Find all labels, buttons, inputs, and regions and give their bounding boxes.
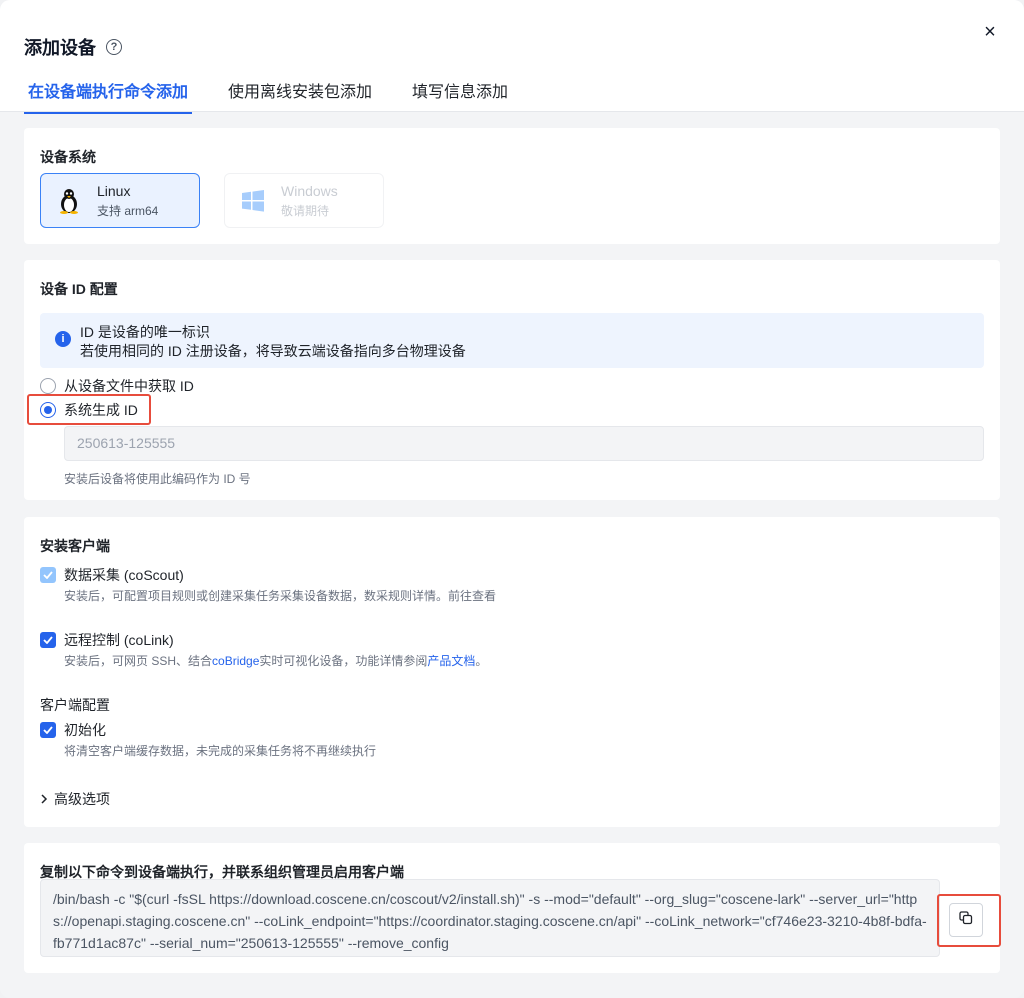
radio-from-file[interactable]: 从设备文件中获取 ID <box>40 376 194 396</box>
windows-logo-icon <box>241 188 265 214</box>
id-info-box: i ID 是设备的唯一标识 若使用相同的 ID 注册设备，将导致云端设备指向多台… <box>40 313 984 368</box>
tab-command[interactable]: 在设备端执行命令添加 <box>24 78 193 114</box>
product-docs-link[interactable]: 产品文档 <box>427 654 475 668</box>
advanced-options-toggle[interactable]: 高级选项 <box>40 789 110 809</box>
help-icon[interactable]: ? <box>106 39 122 55</box>
client-config-title: 客户端配置 <box>40 697 110 713</box>
cobridge-link[interactable]: coBridge <box>212 654 259 668</box>
radio-from-file-label: 从设备文件中获取 ID <box>64 378 194 394</box>
cosout-checkbox[interactable] <box>40 567 56 583</box>
info-icon: i <box>55 331 71 347</box>
colink-option[interactable]: 远程控制 (coLink) <box>40 630 174 650</box>
info-line-2: 若使用相同的 ID 注册设备，将导致云端设备指向多台物理设备 <box>80 343 466 359</box>
os-option-windows[interactable]: Windows 敬请期待 <box>224 173 384 228</box>
device-id-input[interactable]: 250613-125555 <box>64 426 984 461</box>
cosout-option[interactable]: 数据采集 (coScout) <box>40 565 184 585</box>
os-option-linux[interactable]: Linux 支持 arm64 <box>40 173 200 228</box>
advanced-options-label: 高级选项 <box>54 791 110 807</box>
command-card: 复制以下命令到设备端执行，并联系组织管理员启用客户端 /bin/bash -c … <box>24 843 1001 973</box>
tab-offline-package[interactable]: 使用离线安装包添加 <box>224 78 376 112</box>
os-card: 设备系统 Linux 支持 arm64 Windows 敬请期待 <box>24 128 1000 244</box>
colink-hint-suffix: 。 <box>475 654 488 668</box>
colink-hint: 安装后，可网页 SSH、结合coBridge实时可视化设备，功能详情参阅产品文档… <box>64 652 487 669</box>
init-checkbox[interactable] <box>40 722 56 738</box>
colink-label: 远程控制 (coLink) <box>64 632 174 648</box>
init-option[interactable]: 初始化 <box>40 720 106 740</box>
dialog-title-text: 添加设备 <box>24 38 96 58</box>
client-section-title: 安装客户端 <box>40 538 110 554</box>
colink-hint-middle: 实时可视化设备，功能详情参阅 <box>259 654 428 668</box>
cosout-label: 数据采集 (coScout) <box>64 567 184 583</box>
colink-hint-prefix: 安装后，可网页 SSH、结合 <box>64 654 213 668</box>
highlight-radio-box <box>27 394 151 425</box>
os-name-windows: Windows <box>281 182 338 199</box>
highlight-copy-box <box>937 894 1001 947</box>
init-hint: 将清空客户端缓存数据，未完成的采集任务将不再继续执行 <box>64 744 377 758</box>
os-name-linux: Linux <box>97 182 131 199</box>
chevron-right-icon <box>40 791 48 807</box>
os-section-title: 设备系统 <box>40 149 96 165</box>
init-label: 初始化 <box>64 722 106 738</box>
close-icon[interactable]: × <box>980 22 1000 42</box>
linux-penguin-icon <box>57 188 81 214</box>
client-card: 安装客户端 数据采集 (coScout) 安装后，可配置项目规则或创建采集任务采… <box>24 517 1000 827</box>
tab-fill-info[interactable]: 填写信息添加 <box>408 78 512 112</box>
device-id-card: 设备 ID 配置 i ID 是设备的唯一标识 若使用相同的 ID 注册设备，将导… <box>24 260 1000 500</box>
colink-checkbox[interactable] <box>40 632 56 648</box>
install-command-text[interactable]: /bin/bash -c "$(curl -fsSL https://downl… <box>40 879 940 957</box>
os-sub-windows: 敬请期待 <box>281 203 330 218</box>
id-section-title: 设备 ID 配置 <box>40 281 118 297</box>
os-sub-linux: 支持 arm64 <box>97 203 159 218</box>
info-line-1: ID 是设备的唯一标识 <box>80 324 210 340</box>
dialog-header: 添加设备 ? × 在设备端执行命令添加 使用离线安装包添加 填写信息添加 <box>0 0 1024 114</box>
cosout-hint: 安装后，可配置项目规则或创建采集任务采集设备数据，数采规则详情。前往查看 <box>64 589 497 603</box>
add-device-dialog: 添加设备 ? × 在设备端执行命令添加 使用离线安装包添加 填写信息添加 设备系… <box>0 0 1024 998</box>
dialog-title: 添加设备 ? <box>24 34 122 60</box>
tab-bar: 在设备端执行命令添加 使用离线安装包添加 填写信息添加 <box>24 78 544 114</box>
radio-from-file-circle[interactable] <box>40 378 56 394</box>
id-hint: 安装后设备将使用此编码作为 ID 号 <box>64 472 251 486</box>
